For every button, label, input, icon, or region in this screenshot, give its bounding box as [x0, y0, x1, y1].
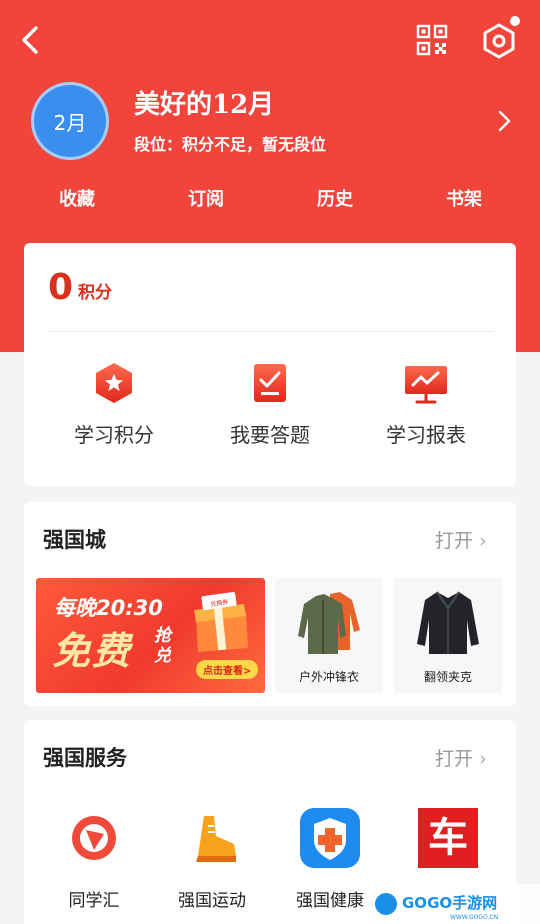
chevron-right-icon: ›: [479, 748, 487, 770]
username[interactable]: 美好的12月: [134, 84, 274, 121]
notification-dot: [510, 16, 520, 26]
report-chart-icon: [405, 366, 447, 404]
lapel-jacket-icon: [417, 591, 479, 654]
feature-label: 我要答题: [230, 423, 310, 447]
mall-card: 强国城 打开 › 每晚20:30 免费 抢兑 点击查看> 兑换券 户外冲锋衣 翻…: [24, 502, 516, 706]
check-document-icon: [254, 364, 286, 402]
nav-subscriptions[interactable]: 订阅: [156, 182, 256, 218]
points-unit: 积分: [78, 283, 112, 303]
section-title: 强国服务: [43, 745, 127, 770]
section-title: 强国城: [43, 527, 106, 552]
watermark-url: WWW.GOGO.CN: [450, 914, 498, 921]
top-bar: [0, 0, 540, 80]
settings-hexagon-icon[interactable]: [480, 22, 518, 60]
service-health[interactable]: 强国健康: [280, 808, 380, 911]
feature-label: 学习报表: [386, 423, 466, 447]
watermark-brand: GOGO手游网: [402, 894, 497, 912]
outdoor-jacket-icon: [298, 592, 360, 654]
services-open-link[interactable]: 打开 ›: [435, 744, 487, 771]
service-classmates[interactable]: 同学汇: [44, 808, 144, 911]
feature-study-report[interactable]: 学习报表: [356, 361, 496, 461]
nav-favorites[interactable]: 收藏: [27, 182, 127, 218]
avatar[interactable]: 2月: [31, 82, 109, 160]
nav-bookshelf[interactable]: 书架: [414, 182, 514, 218]
open-label: 打开: [435, 748, 474, 770]
promo-time: 每晚20:30: [54, 596, 163, 620]
badge-star-icon: [96, 363, 132, 403]
service-label: 强国运动: [178, 891, 246, 911]
product-outdoor-jacket[interactable]: 户外冲锋衣: [275, 578, 383, 693]
feature-study-points[interactable]: 学习积分: [44, 361, 184, 461]
promo-redeem: 抢兑: [154, 626, 171, 666]
service-label: 强国健康: [296, 891, 364, 911]
service-label: 同学汇: [68, 891, 120, 911]
open-label: 打开: [435, 530, 474, 552]
product-name: 户外冲锋衣: [298, 670, 359, 684]
chevron-right-icon: ›: [479, 530, 487, 552]
promo-cta: 点击查看>: [196, 660, 259, 679]
divider: [48, 331, 494, 332]
chevron-right-icon[interactable]: [494, 108, 514, 134]
rank-status: 段位：积分不足，暂无段位: [134, 135, 327, 154]
qr-code-icon[interactable]: [416, 24, 448, 56]
service-sports[interactable]: 强国运动: [162, 808, 262, 911]
watermark-logo: GOGO手游网 WWW.GOGO.CN: [372, 884, 540, 924]
quick-nav: 收藏 订阅 历史 书架: [24, 182, 516, 220]
classmates-logo-icon: [72, 816, 116, 860]
product-name: 翻领夹克: [423, 670, 472, 684]
points-value[interactable]: 0: [48, 267, 73, 309]
product-lapel-jacket[interactable]: 翻领夹克: [394, 578, 502, 693]
mall-open-link[interactable]: 打开 ›: [435, 526, 487, 553]
points-card: 0 积分 学习积分 我要答题 学习报表: [24, 243, 516, 486]
car-logo-icon: 车: [418, 808, 478, 868]
service-car[interactable]: 车: [398, 808, 498, 868]
promo-free: 免费: [52, 629, 133, 673]
sneaker-icon: [196, 816, 236, 862]
back-arrow-icon[interactable]: [14, 22, 48, 58]
feature-answer-quiz[interactable]: 我要答题: [200, 361, 340, 461]
feature-label: 学习积分: [74, 423, 154, 447]
car-logo-text: 车: [428, 814, 468, 861]
promo-banner[interactable]: 每晚20:30 免费 抢兑 点击查看> 兑换券: [36, 578, 265, 693]
nav-history[interactable]: 历史: [285, 182, 385, 218]
health-shield-icon: [300, 808, 360, 868]
gift-box-icon: 兑换券: [194, 592, 248, 652]
